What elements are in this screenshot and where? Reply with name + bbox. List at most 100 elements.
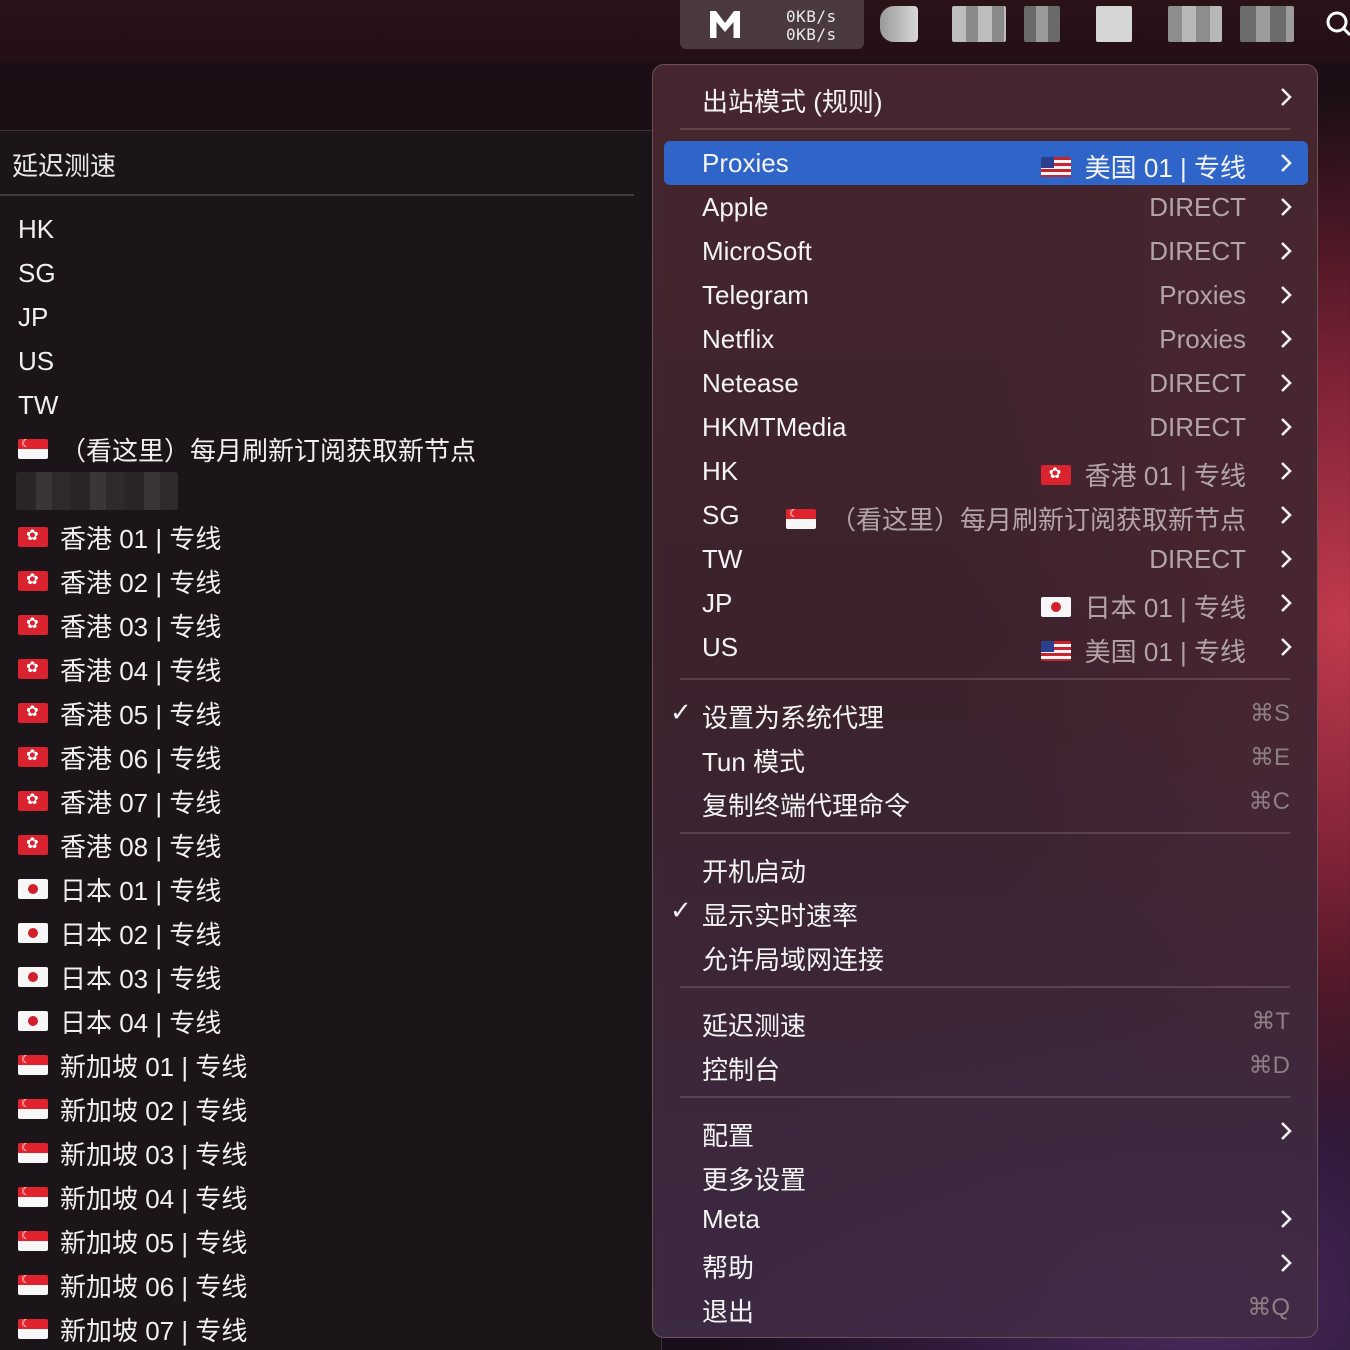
tray-app-icon[interactable] bbox=[1168, 6, 1222, 42]
latency-node-item[interactable]: 日本 04 | 专线 bbox=[18, 999, 221, 1043]
latency-node-item[interactable]: 香港 02 | 专线 bbox=[18, 559, 221, 603]
latency-node-item[interactable]: 香港 08 | 专线 bbox=[18, 823, 221, 867]
node-label: TW bbox=[18, 389, 59, 420]
latency-node-item[interactable]: 新加坡 06 | 专线 bbox=[18, 1263, 247, 1307]
latency-node-item[interactable]: US bbox=[18, 339, 54, 383]
selected-proxy-text: Proxies bbox=[1159, 280, 1246, 310]
latency-node-item[interactable]: 香港 04 | 专线 bbox=[18, 647, 221, 691]
proxy-group-item[interactable]: Telegram Proxies bbox=[664, 273, 1308, 317]
toggle-setting-item[interactable]: ✓ 显示实时速率 bbox=[664, 889, 1308, 933]
flag-sg-icon bbox=[785, 508, 816, 529]
node-label: 香港 03 | 专线 bbox=[60, 611, 222, 642]
proxy-group-item[interactable]: SG （看这里）每月刷新订阅获取新节点 bbox=[664, 493, 1308, 537]
flag-sg-icon bbox=[18, 1055, 48, 1075]
selected-proxy: 美国 01 | 专线 bbox=[1040, 148, 1246, 185]
latency-node-item[interactable]: 新加坡 01 | 专线 bbox=[18, 1043, 247, 1087]
checkmark-icon: ✓ bbox=[670, 895, 692, 925]
tray-app-icon[interactable] bbox=[1024, 6, 1060, 42]
flag-sg-icon bbox=[18, 439, 48, 459]
menu-item-label: Meta bbox=[702, 1204, 760, 1234]
upload-speed: 0KB/s bbox=[786, 7, 837, 26]
misc-menu-item[interactable]: 帮助 bbox=[664, 1241, 1308, 1285]
menu-item-label: Proxies bbox=[702, 148, 789, 178]
latency-node-item[interactable]: JP bbox=[18, 295, 48, 339]
chevron-right-icon bbox=[1281, 242, 1292, 260]
node-label: 香港 01 | 专线 bbox=[60, 523, 222, 554]
keyboard-shortcut: ⌘S bbox=[1249, 700, 1290, 727]
misc-menu-item[interactable]: 配置 bbox=[664, 1109, 1308, 1153]
node-label: （看这里）每月刷新订阅获取新节点 bbox=[60, 435, 477, 466]
latency-node-item[interactable]: 新加坡 03 | 专线 bbox=[18, 1131, 247, 1175]
menu-item-label: HK bbox=[702, 456, 739, 486]
latency-node-item[interactable]: 新加坡 04 | 专线 bbox=[18, 1175, 247, 1219]
chevron-right-icon bbox=[1281, 1254, 1292, 1272]
clash-m-logo-icon bbox=[710, 11, 740, 38]
selected-proxy: Proxies bbox=[1159, 324, 1246, 355]
menu-separator bbox=[680, 832, 1290, 834]
proxy-group-item[interactable]: Netease DIRECT bbox=[664, 361, 1308, 405]
latency-node-item[interactable]: 香港 07 | 专线 bbox=[18, 779, 221, 823]
latency-node-item[interactable]: 香港 05 | 专线 bbox=[18, 691, 221, 735]
latency-node-item[interactable]: 香港 06 | 专线 bbox=[18, 735, 221, 779]
misc-menu-item[interactable]: 更多设置 bbox=[664, 1153, 1308, 1197]
flag-sg-icon bbox=[18, 1187, 48, 1207]
toggle-setting-item[interactable]: 允许局域网连接 bbox=[664, 933, 1308, 977]
proxy-group-item[interactable]: HK 香港 01 | 专线 bbox=[664, 449, 1308, 493]
download-speed: 0KB/s bbox=[786, 25, 837, 44]
outbound-mode-item[interactable]: 出站模式 (规则) bbox=[664, 75, 1308, 119]
selected-proxy-text: DIRECT bbox=[1149, 544, 1246, 574]
flag-sg-icon bbox=[18, 1319, 48, 1339]
proxy-group-item[interactable]: Apple DIRECT bbox=[664, 185, 1308, 229]
proxy-group-item[interactable]: JP 日本 01 | 专线 bbox=[664, 581, 1308, 625]
tray-app-icon[interactable] bbox=[1240, 6, 1294, 42]
latency-node-item[interactable]: 日本 03 | 专线 bbox=[18, 955, 221, 999]
flag-jp-icon bbox=[18, 879, 48, 899]
tool-item[interactable]: 控制台 ⌘D bbox=[664, 1043, 1308, 1087]
toggle-setting-item[interactable]: 开机启动 bbox=[664, 845, 1308, 889]
spotlight-search-icon[interactable] bbox=[1324, 10, 1350, 38]
proxy-group-item[interactable]: Proxies 美国 01 | 专线 bbox=[664, 141, 1308, 185]
latency-node-item[interactable]: 日本 02 | 专线 bbox=[18, 911, 221, 955]
misc-menu-item[interactable]: Meta bbox=[664, 1197, 1308, 1241]
tray-app-icon[interactable] bbox=[880, 6, 918, 42]
chevron-right-icon bbox=[1281, 594, 1292, 612]
proxy-group-item[interactable]: Netflix Proxies bbox=[664, 317, 1308, 361]
latency-node-item[interactable]: 香港 03 | 专线 bbox=[18, 603, 221, 647]
latency-node-item[interactable]: 新加坡 05 | 专线 bbox=[18, 1219, 247, 1263]
menu-item-label: HKMTMedia bbox=[702, 412, 847, 442]
selected-proxy-text: 香港 01 | 专线 bbox=[1084, 461, 1246, 491]
proxy-group-item[interactable]: US 美国 01 | 专线 bbox=[664, 625, 1308, 669]
chevron-right-icon bbox=[1281, 1210, 1292, 1228]
selected-proxy-text: DIRECT bbox=[1149, 412, 1246, 442]
selected-proxy: 香港 01 | 专线 bbox=[1040, 456, 1246, 493]
proxy-group-item[interactable]: MicroSoft DIRECT bbox=[664, 229, 1308, 273]
tray-app-icon[interactable] bbox=[952, 6, 1006, 42]
latency-node-item[interactable]: 日本 01 | 专线 bbox=[18, 867, 221, 911]
tray-app-icon[interactable] bbox=[1096, 6, 1132, 42]
checkmark-icon: ✓ bbox=[670, 697, 692, 727]
proxy-setting-item[interactable]: 复制终端代理命令 ⌘C bbox=[664, 779, 1308, 823]
menu-item-label: TW bbox=[702, 544, 743, 574]
latency-node-item[interactable]: 新加坡 07 | 专线 bbox=[18, 1307, 247, 1350]
proxy-setting-item[interactable]: ✓ 设置为系统代理 ⌘S bbox=[664, 691, 1308, 735]
latency-node-item[interactable]: SG bbox=[18, 251, 56, 295]
chevron-right-icon bbox=[1281, 330, 1292, 348]
latency-node-item[interactable]: 香港 01 | 专线 bbox=[18, 515, 221, 559]
chevron-right-icon bbox=[1281, 88, 1292, 106]
menu-item-label: US bbox=[702, 632, 739, 662]
latency-node-item[interactable]: 新加坡 02 | 专线 bbox=[18, 1087, 247, 1131]
menu-separator bbox=[680, 1096, 1290, 1098]
proxy-group-item[interactable]: HKMTMedia DIRECT bbox=[664, 405, 1308, 449]
latency-node-item[interactable]: （看这里）每月刷新订阅获取新节点 bbox=[18, 427, 476, 471]
chevron-right-icon bbox=[1281, 638, 1292, 656]
latency-node-item[interactable]: TW bbox=[18, 383, 58, 427]
selected-proxy: （看这里）每月刷新订阅获取新节点 bbox=[785, 500, 1246, 537]
proxy-group-item[interactable]: TW DIRECT bbox=[664, 537, 1308, 581]
chevron-right-icon bbox=[1281, 550, 1292, 568]
latency-node-item[interactable]: HK bbox=[18, 207, 54, 251]
node-label: 日本 02 | 专线 bbox=[60, 919, 222, 950]
misc-menu-item[interactable]: 退出 ⌘Q bbox=[664, 1285, 1308, 1329]
selected-proxy-text: DIRECT bbox=[1149, 368, 1246, 398]
proxy-setting-item[interactable]: Tun 模式 ⌘E bbox=[664, 735, 1308, 779]
tool-item[interactable]: 延迟测速 ⌘T bbox=[664, 999, 1308, 1043]
